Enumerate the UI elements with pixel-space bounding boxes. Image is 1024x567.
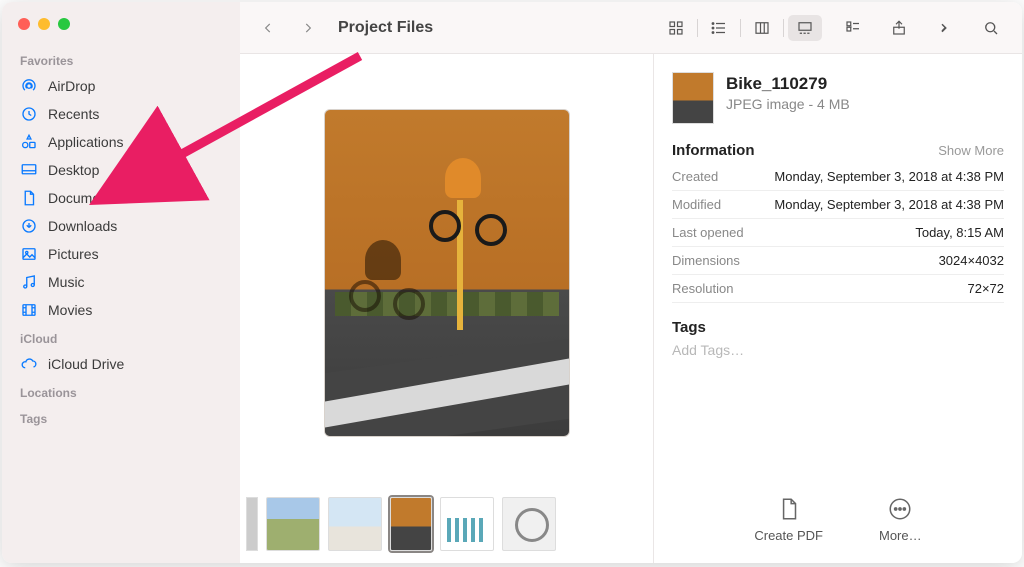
sidebar-item-icloud-drive[interactable]: iCloud Drive	[2, 350, 240, 378]
more-actions-button[interactable]: More…	[879, 496, 922, 543]
sidebar-item-label: Movies	[48, 302, 92, 318]
group-by-button[interactable]	[836, 15, 870, 41]
forward-button[interactable]	[294, 14, 322, 42]
tags-input[interactable]: Add Tags…	[672, 336, 1004, 364]
preview-area	[240, 54, 653, 491]
info-row-dimensions: Dimensions 3024×4032	[672, 247, 1004, 275]
search-button[interactable]	[974, 15, 1008, 41]
file-header: Bike_110279 JPEG image - 4 MB	[672, 72, 1004, 124]
info-heading-row: Information Show More	[672, 142, 1004, 159]
thumbnail[interactable]	[502, 497, 556, 551]
action-label: More…	[879, 528, 922, 543]
overflow-button[interactable]	[928, 15, 962, 41]
sidebar-item-documents[interactable]: Documents	[2, 184, 240, 212]
info-key: Modified	[672, 197, 721, 212]
info-row-opened: Last opened Today, 8:15 AM	[672, 219, 1004, 247]
sidebar-item-movies[interactable]: Movies	[2, 296, 240, 324]
desktop-icon	[20, 161, 38, 179]
folder-title: Project Files	[338, 19, 433, 37]
cloud-icon	[20, 355, 38, 373]
film-icon	[20, 301, 38, 319]
main-panel: Project Files	[240, 2, 1022, 563]
sidebar-item-recents[interactable]: Recents	[2, 100, 240, 128]
create-pdf-button[interactable]: Create PDF	[754, 496, 823, 543]
info-value: Today, 8:15 AM	[915, 225, 1004, 240]
sidebar-item-label: Music	[48, 274, 85, 290]
info-row-resolution: Resolution 72×72	[672, 275, 1004, 303]
view-mode-group	[657, 13, 824, 43]
sidebar-section-icloud: iCloud	[2, 324, 240, 350]
back-button[interactable]	[254, 14, 282, 42]
info-key: Last opened	[672, 225, 744, 240]
info-key: Dimensions	[672, 253, 740, 268]
action-label: Create PDF	[754, 528, 823, 543]
thumbnail-selected[interactable]	[390, 497, 432, 551]
sidebar-item-label: Documents	[48, 190, 119, 206]
tags-heading: Tags	[672, 319, 1004, 336]
view-columns-button[interactable]	[745, 15, 779, 41]
window-controls	[2, 14, 240, 46]
info-value: Monday, September 3, 2018 at 4:38 PM	[774, 169, 1004, 184]
thumbnail[interactable]	[266, 497, 320, 551]
thumbnail[interactable]	[440, 497, 494, 551]
photo-icon	[20, 245, 38, 263]
file-thumbnail	[672, 72, 714, 124]
info-key: Created	[672, 169, 718, 184]
sidebar-item-downloads[interactable]: Downloads	[2, 212, 240, 240]
sidebar-item-label: Pictures	[48, 246, 99, 262]
download-icon	[20, 217, 38, 235]
apps-icon	[20, 133, 38, 151]
share-button[interactable]	[882, 15, 916, 41]
sidebar-item-label: AirDrop	[48, 78, 95, 94]
preview-image[interactable]	[324, 109, 570, 437]
sidebar-section-tags: Tags	[2, 404, 240, 430]
info-row-modified: Modified Monday, September 3, 2018 at 4:…	[672, 191, 1004, 219]
file-kind: JPEG image - 4 MB	[726, 96, 850, 112]
sidebar-item-applications[interactable]: Applications	[2, 128, 240, 156]
info-key: Resolution	[672, 281, 733, 296]
info-heading: Information	[672, 142, 755, 159]
info-value: 72×72	[967, 281, 1004, 296]
view-list-button[interactable]	[702, 15, 736, 41]
toolbar: Project Files	[240, 2, 1022, 54]
sidebar-item-music[interactable]: Music	[2, 268, 240, 296]
sidebar-item-pictures[interactable]: Pictures	[2, 240, 240, 268]
info-value: Monday, September 3, 2018 at 4:38 PM	[774, 197, 1004, 212]
thumbnail-strip[interactable]	[240, 491, 653, 563]
sidebar-item-airdrop[interactable]: AirDrop	[2, 72, 240, 100]
sidebar-section-favorites: Favorites	[2, 46, 240, 72]
info-row-created: Created Monday, September 3, 2018 at 4:3…	[672, 163, 1004, 191]
thumbnail-edge	[246, 497, 258, 551]
airdrop-icon	[20, 77, 38, 95]
view-icons-button[interactable]	[659, 15, 693, 41]
file-name: Bike_110279	[726, 74, 850, 94]
sidebar-section-locations: Locations	[2, 378, 240, 404]
sidebar-item-label: iCloud Drive	[48, 356, 124, 372]
close-button[interactable]	[18, 18, 30, 30]
sidebar-item-label: Desktop	[48, 162, 99, 178]
maximize-button[interactable]	[58, 18, 70, 30]
content-split: Bike_110279 JPEG image - 4 MB Informatio…	[240, 54, 1022, 563]
info-value: 3024×4032	[939, 253, 1004, 268]
sidebar-item-label: Applications	[48, 134, 124, 150]
finder-window: Favorites AirDrop Recents Applications D…	[2, 2, 1022, 563]
gallery-panel	[240, 54, 654, 563]
sidebar: Favorites AirDrop Recents Applications D…	[2, 2, 240, 563]
info-panel: Bike_110279 JPEG image - 4 MB Informatio…	[654, 54, 1022, 563]
sidebar-item-label: Downloads	[48, 218, 117, 234]
thumbnail[interactable]	[328, 497, 382, 551]
sidebar-item-label: Recents	[48, 106, 99, 122]
music-icon	[20, 273, 38, 291]
show-more-button[interactable]: Show More	[938, 143, 1004, 158]
clock-icon	[20, 105, 38, 123]
view-gallery-button[interactable]	[788, 15, 822, 41]
minimize-button[interactable]	[38, 18, 50, 30]
document-icon	[20, 189, 38, 207]
quick-actions: Create PDF More…	[672, 488, 1004, 551]
sidebar-item-desktop[interactable]: Desktop	[2, 156, 240, 184]
